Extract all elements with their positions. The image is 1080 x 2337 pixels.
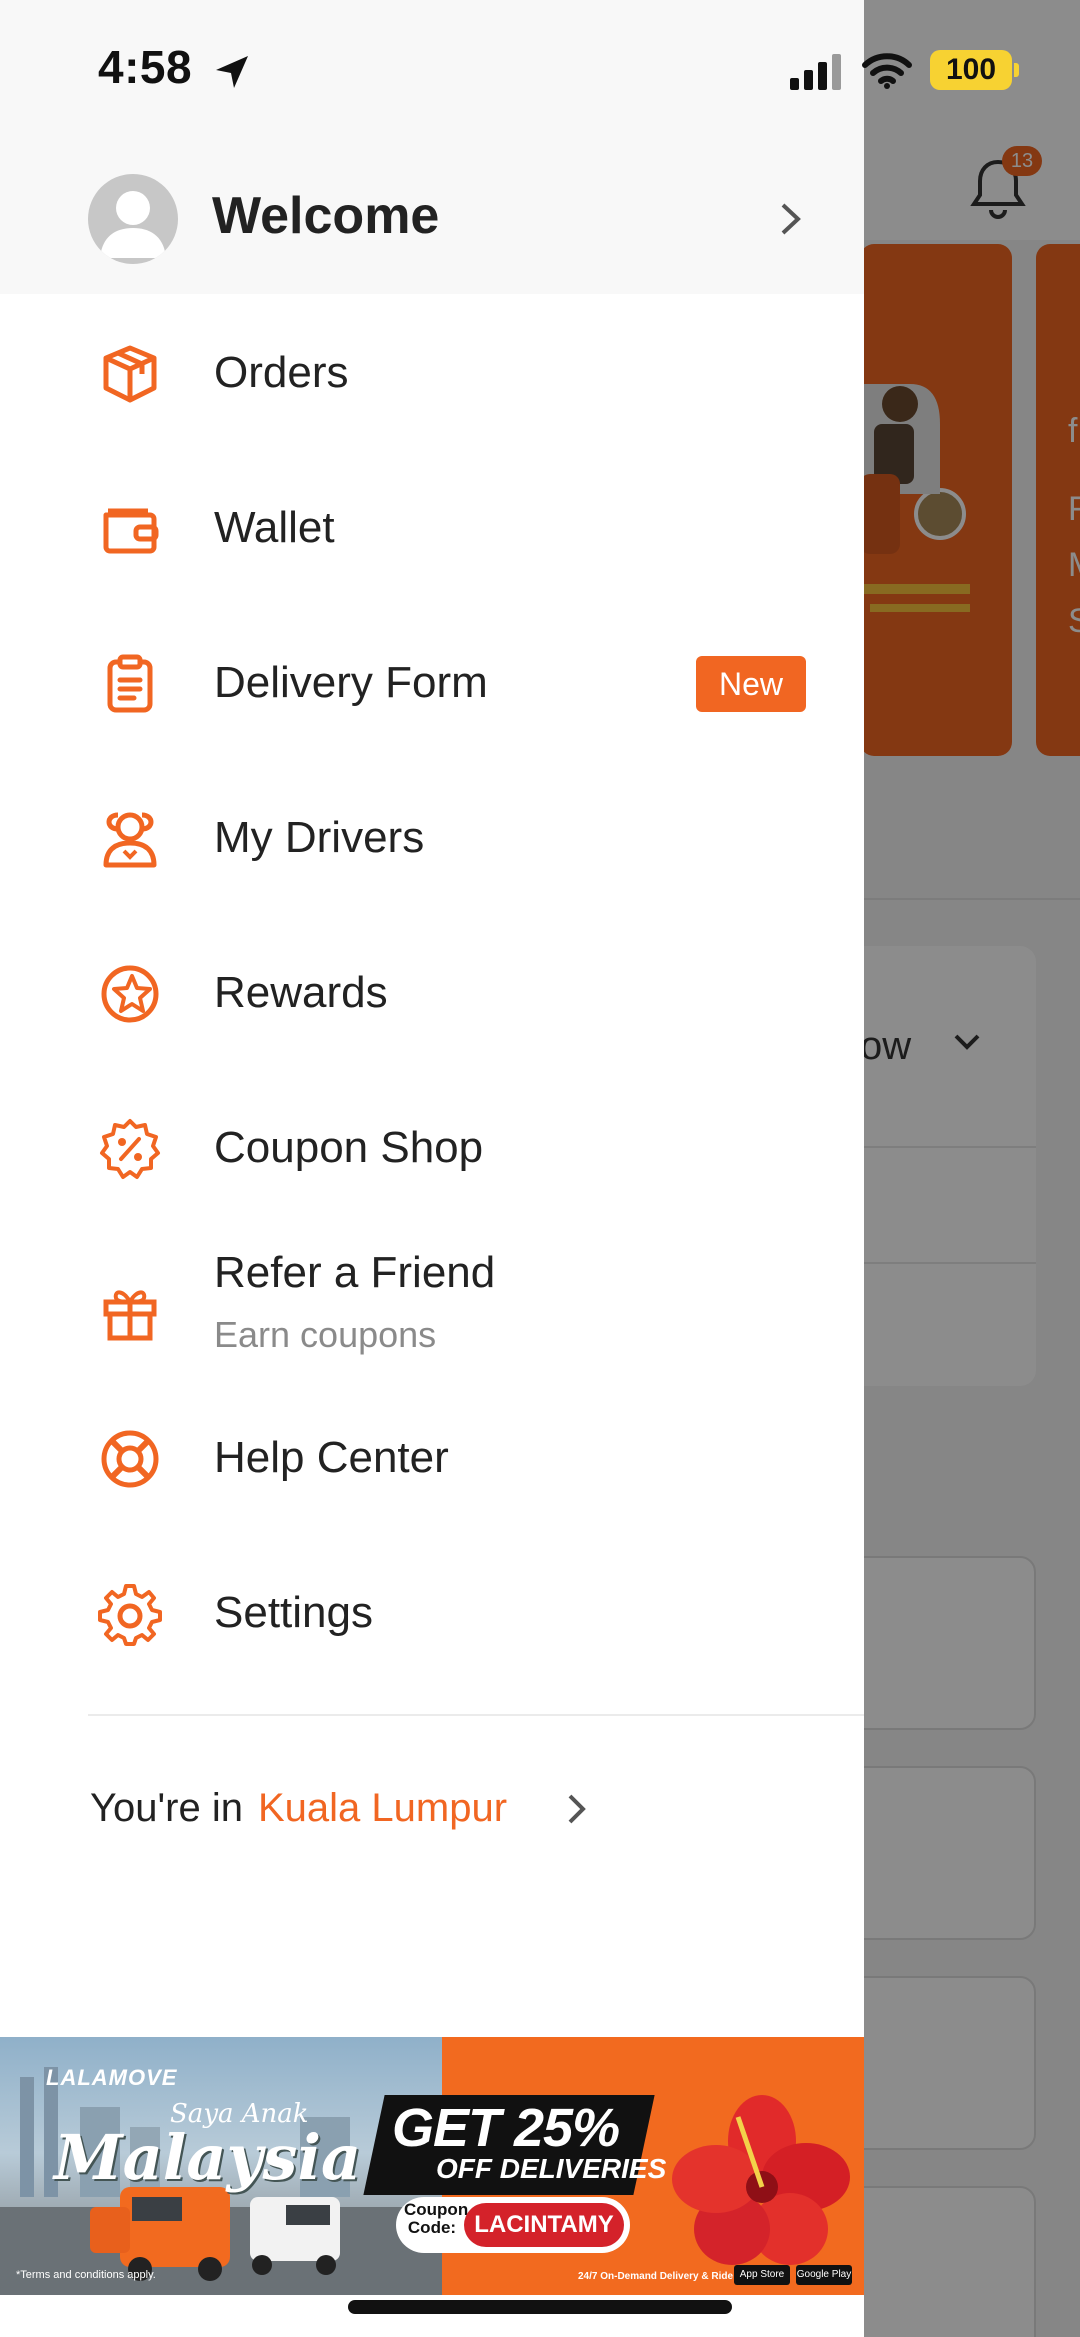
menu-item-label: My Drivers	[214, 813, 425, 862]
menu-item-label: Rewards	[214, 968, 388, 1017]
wifi-icon	[862, 53, 912, 89]
avatar	[88, 174, 178, 264]
coupon-code-label: Coupon Code:	[404, 2200, 469, 2237]
new-badge: New	[696, 656, 806, 712]
banner-headline: GET 25%	[392, 2098, 620, 2158]
menu-item-label: Refer a Friend	[214, 1248, 496, 1297]
city-name: Kuala Lumpur	[258, 1786, 508, 1830]
banner-terms: *Terms and conditions apply.	[16, 2269, 156, 2281]
menu-item-label: Settings	[214, 1588, 373, 1637]
cellular-signal-icon	[790, 54, 841, 90]
coupon-code: LACINTAMY	[464, 2203, 624, 2247]
clipboard-icon	[107, 654, 153, 713]
menu-item-label: Wallet	[214, 503, 335, 552]
menu-item-my-drivers[interactable]: My Drivers	[0, 761, 864, 916]
banner-tagline-large: Malaysia	[54, 2121, 362, 2194]
menu-item-settings[interactable]: Settings	[0, 1536, 864, 1691]
menu-item-label: Delivery Form	[214, 658, 488, 707]
battery-nub	[1014, 63, 1019, 77]
gear-icon	[98, 1584, 162, 1646]
city-selector[interactable]: You're in Kuala Lumpur	[88, 1780, 648, 1850]
city-prefix: You're in	[90, 1786, 243, 1830]
side-drawer: 4:58 Welcome Orders Wallet Delivery Form…	[0, 0, 864, 2337]
menu-divider	[88, 1714, 864, 1716]
home-indicator[interactable]	[348, 2300, 732, 2314]
welcome-label: Welcome	[212, 187, 440, 245]
wallet-icon	[103, 508, 159, 554]
rewards-star-icon	[101, 965, 159, 1023]
drivers-icon	[103, 812, 157, 868]
lifebuoy-icon	[101, 1430, 159, 1488]
menu-item-refer-a-friend[interactable]: Refer a Friend Earn coupons	[0, 1226, 864, 1398]
chevron-right-icon	[568, 1794, 586, 1824]
banner-brand-logo: LALAMOVE	[46, 2065, 178, 2090]
battery-indicator: 100	[930, 50, 1012, 90]
menu-item-label: Help Center	[214, 1433, 449, 1482]
status-bar: 4:58	[0, 0, 864, 140]
menu-item-help-center[interactable]: Help Center	[0, 1381, 864, 1536]
gift-icon	[103, 1290, 157, 1341]
chevron-right-icon	[781, 203, 801, 235]
app-store-badge: App Store	[734, 2265, 790, 2285]
promo-banner[interactable]: LALAMOVE Saya Anak Malaysia GET 25% OFF …	[0, 2037, 864, 2295]
menu-item-coupon-shop[interactable]: Coupon Shop	[0, 1071, 864, 1226]
menu-item-orders[interactable]: Orders	[0, 296, 864, 451]
google-play-badge: Google Play	[796, 2265, 852, 2285]
clock: 4:58	[98, 41, 193, 93]
user-silhouette-icon	[100, 191, 166, 258]
menu-item-rewards[interactable]: Rewards	[0, 916, 864, 1071]
coupon-badge-icon	[100, 1119, 160, 1179]
welcome-profile-row[interactable]: Welcome	[0, 140, 864, 294]
banner-footer-text: 24/7 On-Demand Delivery & Ride App	[578, 2271, 755, 2282]
package-icon	[103, 345, 157, 403]
menu-item-wallet[interactable]: Wallet	[0, 451, 864, 606]
location-arrow-icon	[216, 56, 248, 88]
menu-item-label: Orders	[214, 348, 349, 397]
menu-item-sublabel: Earn coupons	[214, 1314, 437, 1355]
banner-subheadline: OFF DELIVERIES	[436, 2153, 667, 2184]
menu-item-label: Coupon Shop	[214, 1123, 484, 1172]
